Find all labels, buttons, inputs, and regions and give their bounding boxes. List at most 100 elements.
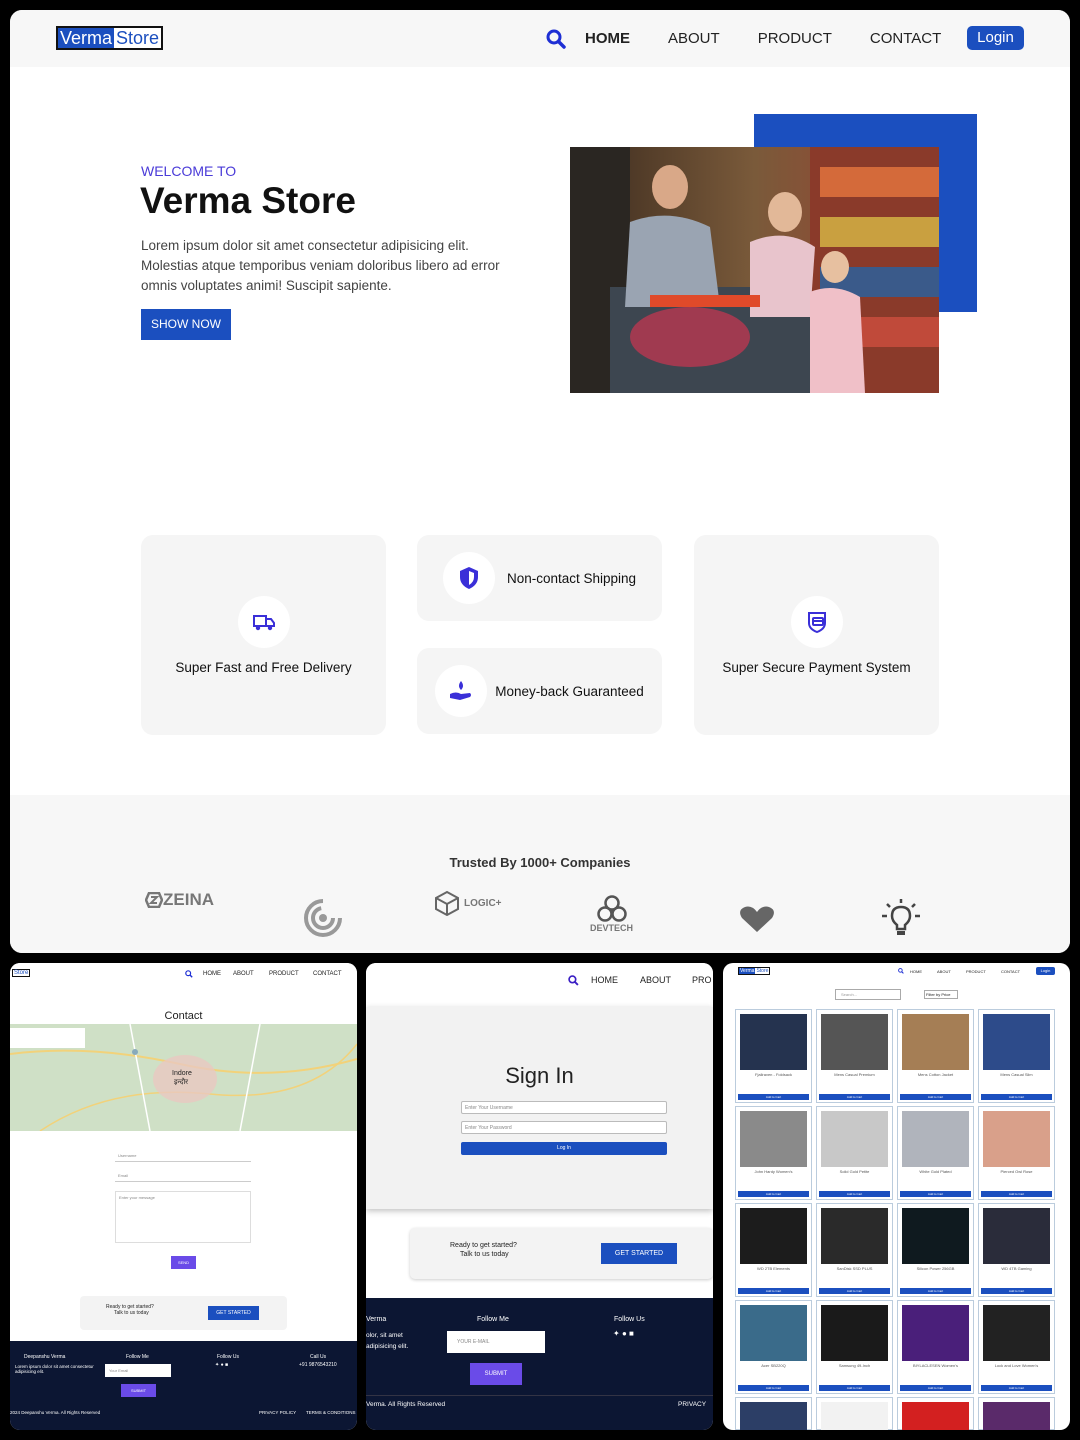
add-to-cart-button[interactable]: Add to Cart <box>981 1094 1052 1100</box>
products-nav-home[interactable]: HOME <box>910 969 922 974</box>
products-nav-contact[interactable]: CONTACT <box>1001 969 1020 974</box>
product-card[interactable]: Lock and Love Women's Add to Cart <box>978 1300 1055 1394</box>
add-to-cart-button[interactable]: Add to Cart <box>900 1385 971 1391</box>
login-button[interactable]: Login <box>967 26 1024 50</box>
product-image[interactable] <box>821 1402 888 1430</box>
product-card[interactable]: BIYLACLESEN Women's Add to Cart <box>897 1300 974 1394</box>
product-card[interactable] <box>897 1397 974 1430</box>
product-card[interactable]: Mens Cotton Jacket Add to Cart <box>897 1009 974 1103</box>
contact-username-input[interactable]: Username <box>115 1150 251 1162</box>
add-to-cart-button[interactable]: Add to Cart <box>738 1191 809 1197</box>
signin-search-icon[interactable] <box>568 975 579 986</box>
products-search-icon[interactable] <box>898 968 904 974</box>
nav-contact[interactable]: CONTACT <box>870 30 941 47</box>
product-card[interactable]: Pierced Owl Rose Add to Cart <box>978 1106 1055 1200</box>
contact-message-textarea[interactable]: Enter your message <box>115 1191 251 1243</box>
add-to-cart-button[interactable]: Add to Cart <box>900 1191 971 1197</box>
nav-product[interactable]: PRODUCT <box>758 30 832 47</box>
add-to-cart-button[interactable]: Add to Cart <box>900 1094 971 1100</box>
contact-footer-submit[interactable]: SUBMIT <box>121 1384 156 1397</box>
product-image[interactable] <box>983 1111 1050 1167</box>
contact-search-icon[interactable] <box>185 970 193 978</box>
product-card[interactable] <box>978 1397 1055 1430</box>
product-image[interactable] <box>983 1014 1050 1070</box>
products-logo[interactable]: Verma Store <box>738 967 771 975</box>
products-nav-about[interactable]: ABOUT <box>937 969 951 974</box>
product-card[interactable] <box>816 1397 893 1430</box>
product-card[interactable]: WD 4TB Gaming Add to Cart <box>978 1203 1055 1297</box>
show-now-button[interactable]: SHOW NOW <box>141 309 231 340</box>
product-image[interactable] <box>821 1014 888 1070</box>
product-card[interactable]: Silicon Power 256GB Add to Cart <box>897 1203 974 1297</box>
nav-home[interactable]: HOME <box>585 30 630 47</box>
contact-nav-contact[interactable]: CONTACT <box>313 971 342 977</box>
signin-footer-privacy[interactable]: PRIVACY <box>678 1401 706 1408</box>
product-card[interactable]: White Gold Plated Add to Cart <box>897 1106 974 1200</box>
product-card[interactable]: WD 2TB Elements Add to Cart <box>735 1203 812 1297</box>
product-image[interactable] <box>740 1402 807 1430</box>
add-to-cart-button[interactable]: Add to Cart <box>738 1094 809 1100</box>
add-to-cart-button[interactable]: Add to Cart <box>981 1288 1052 1294</box>
add-to-cart-button[interactable]: Add to Cart <box>819 1191 890 1197</box>
signin-get-started-button[interactable]: GET STARTED <box>601 1243 677 1264</box>
product-card[interactable]: Mens Casual Premium Add to Cart <box>816 1009 893 1103</box>
contact-footer-terms[interactable]: TERMS & CONDITIONS <box>306 1410 356 1415</box>
signin-nav-product[interactable]: PRO <box>692 975 712 985</box>
add-to-cart-button[interactable]: Add to Cart <box>738 1385 809 1391</box>
product-card[interactable]: Mens Casual Slim Add to Cart <box>978 1009 1055 1103</box>
product-image[interactable] <box>983 1305 1050 1361</box>
product-image[interactable] <box>821 1305 888 1361</box>
contact-map[interactable]: Indore इन्दौर <box>10 1024 357 1131</box>
product-image[interactable] <box>821 1111 888 1167</box>
signin-username-input[interactable]: Enter Your Username <box>461 1101 667 1114</box>
contact-logo[interactable]: Store <box>12 969 31 977</box>
product-image[interactable] <box>983 1402 1050 1430</box>
github-icon[interactable]: ● <box>622 1329 627 1338</box>
products-search-input[interactable]: Search... <box>835 989 901 1000</box>
product-image[interactable] <box>902 1208 969 1264</box>
signin-password-input[interactable]: Enter Your Password <box>461 1121 667 1134</box>
signin-login-button[interactable]: Log In <box>461 1142 667 1155</box>
add-to-cart-button[interactable]: Add to Cart <box>819 1288 890 1294</box>
product-image[interactable] <box>902 1111 969 1167</box>
product-image[interactable] <box>902 1402 969 1430</box>
product-card[interactable]: John Hardy Women's Add to Cart <box>735 1106 812 1200</box>
products-nav-product[interactable]: PRODUCT <box>966 969 986 974</box>
contact-nav-home[interactable]: HOME <box>203 971 221 977</box>
add-to-cart-button[interactable]: Add to Cart <box>738 1288 809 1294</box>
add-to-cart-button[interactable]: Add to Cart <box>981 1385 1052 1391</box>
signin-nav-about[interactable]: ABOUT <box>640 975 671 985</box>
product-card[interactable]: Acer SB220Q Add to Cart <box>735 1300 812 1394</box>
contact-get-started-button[interactable]: GET STARTED <box>208 1306 259 1320</box>
site-logo[interactable]: Verma Store <box>56 26 164 50</box>
product-image[interactable] <box>983 1208 1050 1264</box>
add-to-cart-button[interactable]: Add to Cart <box>819 1094 890 1100</box>
signin-nav-home[interactable]: HOME <box>591 975 618 985</box>
product-image[interactable] <box>740 1111 807 1167</box>
signin-footer-submit[interactable]: SUBMIT <box>470 1363 522 1385</box>
contact-footer-email-input[interactable]: Your Email <box>105 1364 171 1377</box>
contact-nav-about[interactable]: ABOUT <box>233 971 254 977</box>
contact-email-input[interactable]: Email <box>115 1170 251 1182</box>
add-to-cart-button[interactable]: Add to Cart <box>819 1385 890 1391</box>
github-icon[interactable]: ● <box>221 1362 224 1368</box>
products-price-filter[interactable]: Filter by Price <box>924 990 958 999</box>
contact-footer-privacy[interactable]: PRIVACY POLICY <box>259 1410 296 1415</box>
add-to-cart-button[interactable]: Add to Cart <box>981 1191 1052 1197</box>
nav-about[interactable]: ABOUT <box>668 30 720 47</box>
product-card[interactable]: Samsung 49-Inch Add to Cart <box>816 1300 893 1394</box>
linkedin-icon[interactable]: ■ <box>629 1329 634 1338</box>
contact-send-button[interactable]: SEND <box>171 1256 196 1269</box>
product-card[interactable] <box>735 1397 812 1430</box>
search-icon[interactable] <box>546 29 566 49</box>
product-image[interactable] <box>740 1014 807 1070</box>
products-login-button[interactable]: Login <box>1036 967 1055 975</box>
add-to-cart-button[interactable]: Add to Cart <box>900 1288 971 1294</box>
contact-nav-product[interactable]: PRODUCT <box>269 971 299 977</box>
linkedin-icon[interactable]: ■ <box>225 1362 228 1368</box>
product-image[interactable] <box>902 1305 969 1361</box>
twitter-icon[interactable]: ✦ <box>613 1329 620 1338</box>
product-image[interactable] <box>821 1208 888 1264</box>
product-image[interactable] <box>740 1305 807 1361</box>
twitter-icon[interactable]: ✦ <box>215 1362 219 1368</box>
